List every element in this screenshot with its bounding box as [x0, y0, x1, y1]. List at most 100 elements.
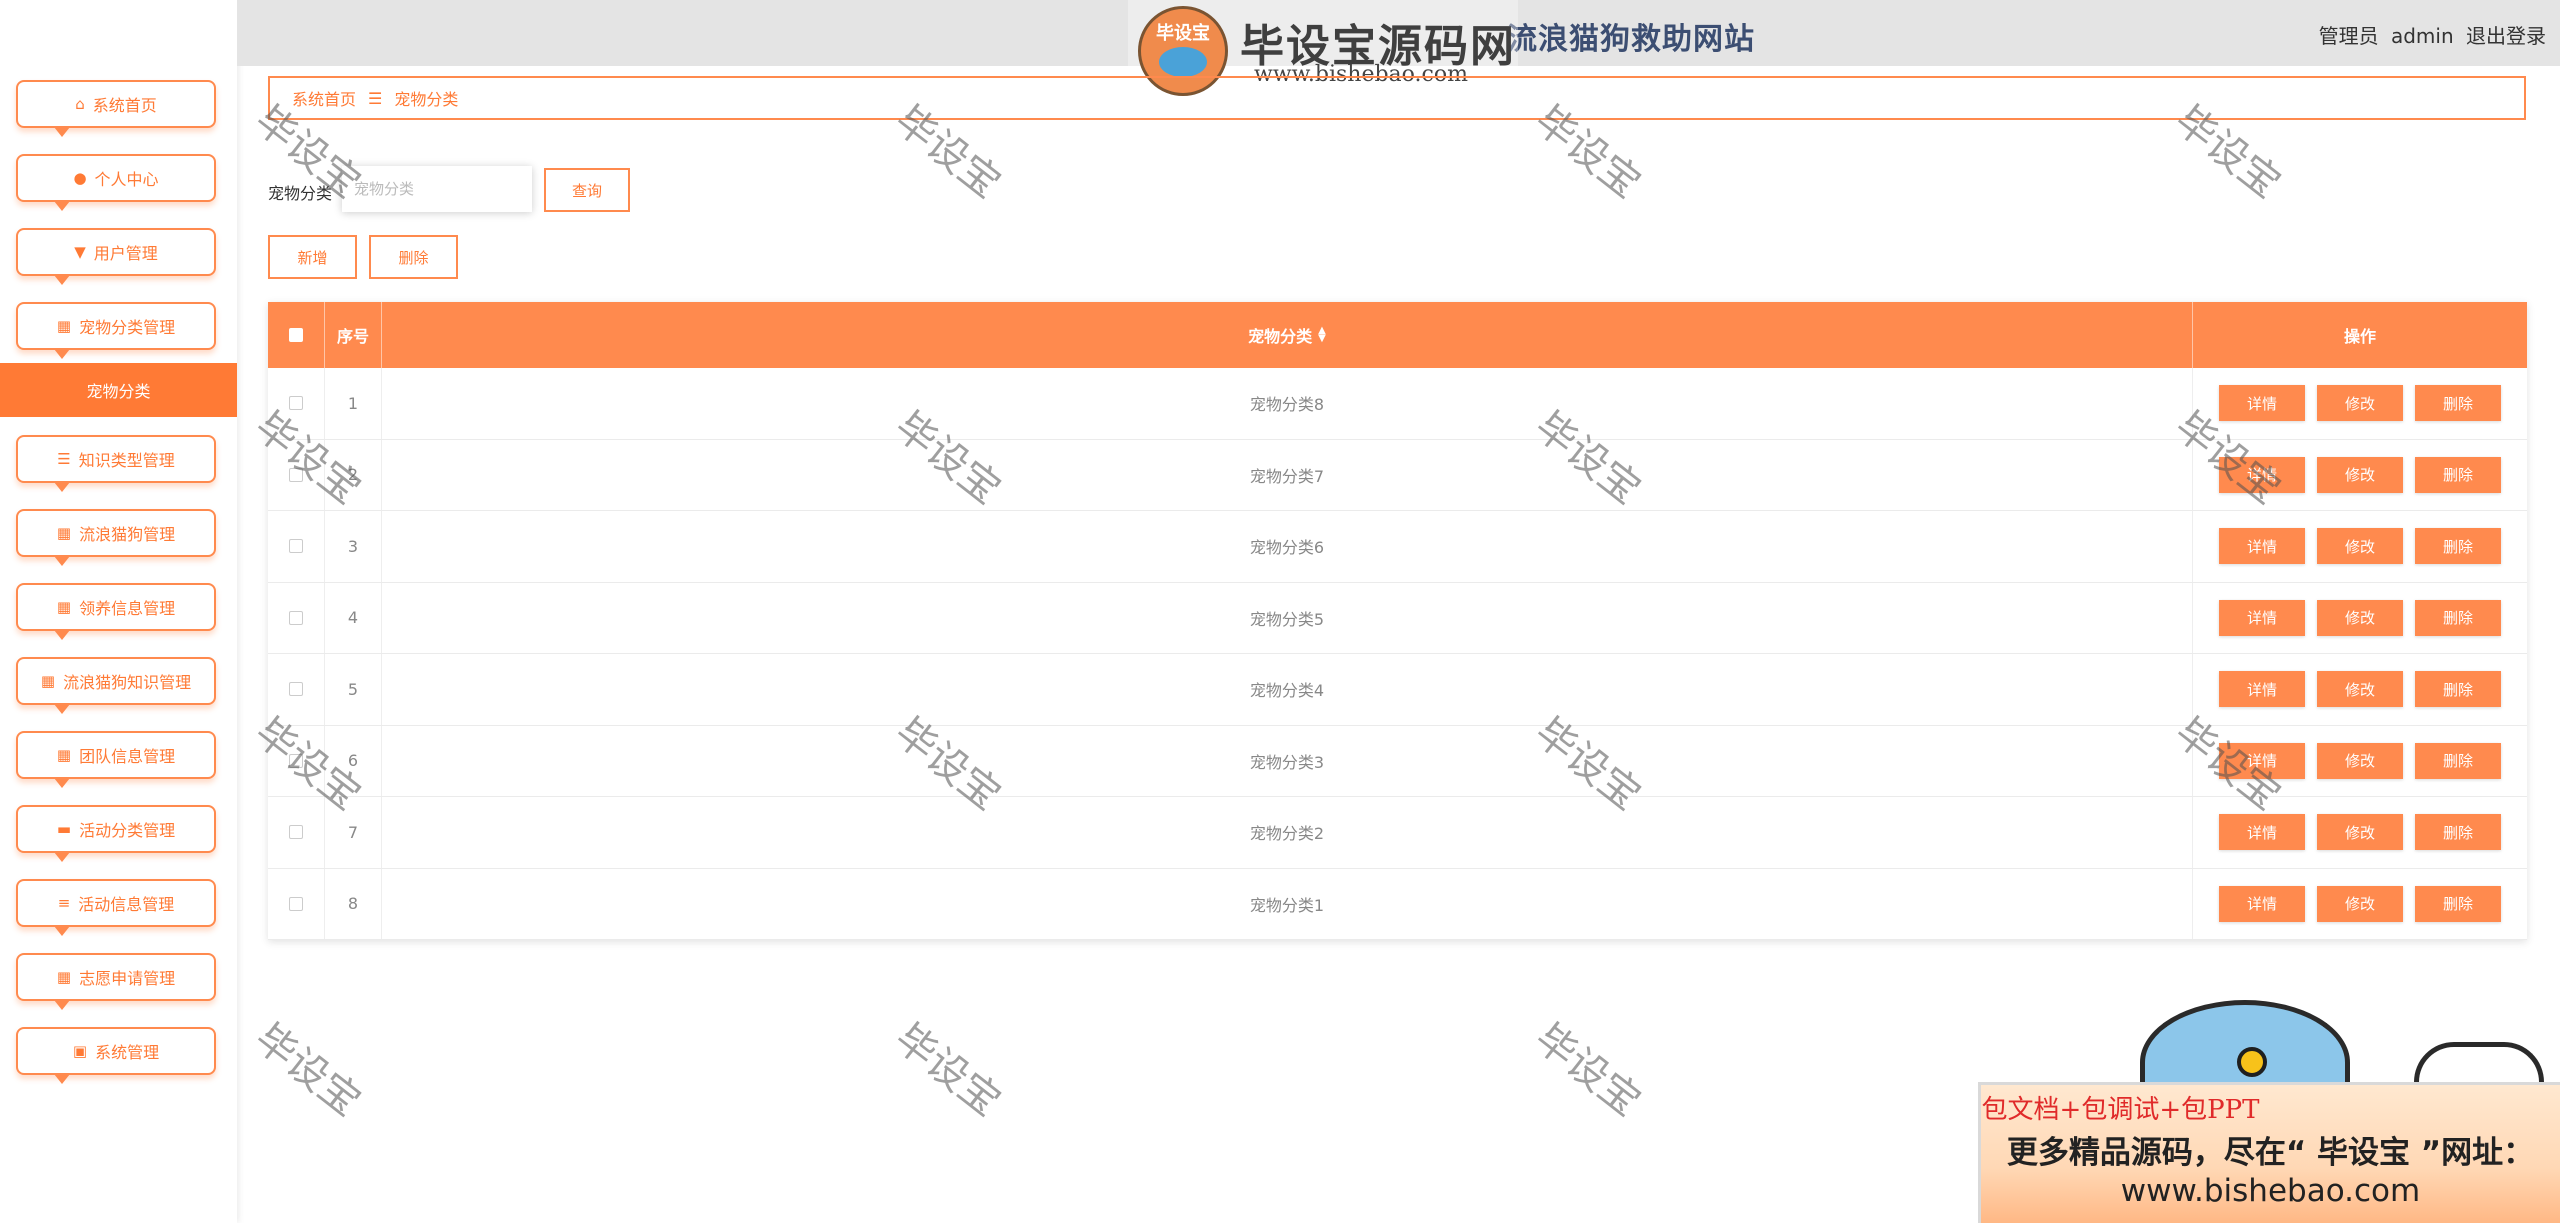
- watermark-text: 毕设宝: [886, 1015, 1009, 1126]
- delete-button[interactable]: 删除: [2415, 814, 2501, 851]
- row-index: 5: [325, 654, 382, 725]
- header-name[interactable]: 宠物分类 ▲ ▼: [382, 302, 2193, 368]
- sidebar-item-activity-category[interactable]: ▬ 活动分类管理: [16, 805, 216, 862]
- detail-button[interactable]: 详情: [2219, 742, 2305, 779]
- row-ops: 详情 修改 删除: [2193, 440, 2527, 511]
- row-checkbox[interactable]: [289, 896, 303, 911]
- row-check-cell: [268, 511, 325, 582]
- breadcrumb-home[interactable]: 系统首页: [292, 86, 356, 110]
- batch-delete-button[interactable]: 删除: [369, 235, 458, 279]
- delete-button[interactable]: 删除: [2415, 528, 2501, 565]
- logout-link[interactable]: 退出登录: [2466, 24, 2546, 48]
- row-checkbox[interactable]: [289, 396, 303, 411]
- row-checkbox[interactable]: [289, 539, 303, 554]
- sidebar-item-system[interactable]: ▣ 系统管理: [16, 1027, 216, 1084]
- sidebar-item-pet-category[interactable]: ▦ 宠物分类管理: [16, 302, 216, 359]
- user-icon: ●: [73, 169, 87, 187]
- flag-icon: ▼: [74, 243, 86, 261]
- sidebar-item-home[interactable]: ⌂ 系统首页: [16, 80, 216, 137]
- edit-button[interactable]: 修改: [2317, 814, 2403, 851]
- row-ops: 详情 修改 删除: [2193, 797, 2527, 868]
- sidebar-item-label: 系统管理: [95, 1043, 160, 1062]
- row-name: 宠物分类6: [382, 511, 2193, 582]
- table-body: 1 宠物分类8 详情 修改 删除 2 宠物分类7 详情 修改 删除 3 宠物分类6 详情 修改 删除 4 宠物分…: [268, 368, 2527, 940]
- delete-button[interactable]: 删除: [2415, 456, 2501, 493]
- detail-button[interactable]: 详情: [2219, 671, 2305, 708]
- row-checkbox[interactable]: [289, 610, 303, 625]
- breadcrumb-current: 宠物分类: [394, 90, 459, 109]
- mascot-face-icon: [1159, 47, 1207, 77]
- header-name-label: 宠物分类: [1248, 327, 1313, 346]
- sidebar-item-label: 活动分类管理: [79, 821, 176, 840]
- watermark-text: 毕设宝: [246, 1015, 369, 1126]
- sidebar-item-team[interactable]: ▦ 团队信息管理: [16, 731, 216, 788]
- detail-button[interactable]: 详情: [2219, 885, 2305, 922]
- row-name: 宠物分类1: [382, 868, 2193, 939]
- row-checkbox[interactable]: [289, 825, 303, 840]
- sort-icon[interactable]: ▲ ▼: [1318, 326, 1326, 344]
- row-name: 宠物分类7: [382, 439, 2193, 510]
- detail-button[interactable]: 详情: [2219, 599, 2305, 636]
- row-checkbox[interactable]: [289, 467, 303, 482]
- row-ops: 详情 修改 删除: [2193, 368, 2527, 439]
- sidebar-item-label: 流浪猫狗知识管理: [63, 673, 192, 692]
- sidebar-item-stray-animals[interactable]: ▦ 流浪猫狗管理: [16, 509, 216, 566]
- promo-line-3: www.bishebao.com: [2120, 1173, 2421, 1209]
- sidebar-item-profile[interactable]: ● 个人中心: [16, 154, 216, 211]
- row-ops: 详情 修改 删除: [2193, 583, 2527, 654]
- table-row: 6 宠物分类3 详情 修改 删除: [268, 725, 2527, 797]
- row-check-cell: [268, 868, 325, 939]
- detail-button[interactable]: 详情: [2219, 814, 2305, 851]
- breadcrumb: 系统首页 ☰ 宠物分类: [268, 76, 2526, 120]
- sidebar-item-activity-info[interactable]: ≡ 活动信息管理: [16, 879, 216, 936]
- edit-button[interactable]: 修改: [2317, 599, 2403, 636]
- row-index: 3: [325, 511, 382, 582]
- sidebar: ⌂ 系统首页 ● 个人中心 ▼ 用户管理 ▦ 宠物分类管理 宠物分类 ☰ 知识类型管理 ▦…: [0, 0, 237, 1223]
- user-role: 管理员: [2318, 24, 2379, 48]
- edit-button[interactable]: 修改: [2317, 385, 2403, 422]
- sidebar-subitem-pet-category[interactable]: 宠物分类: [0, 363, 237, 417]
- grid-icon: ▦: [56, 746, 72, 764]
- sidebar-item-stray-knowledge[interactable]: ▦ 流浪猫狗知识管理: [16, 657, 216, 714]
- sidebar-item-users[interactable]: ▼ 用户管理: [16, 228, 216, 285]
- detail-button[interactable]: 详情: [2219, 456, 2305, 493]
- user-info: 管理员 admin 退出登录: [2313, 20, 2546, 49]
- detail-button[interactable]: 详情: [2219, 385, 2305, 422]
- edit-button[interactable]: 修改: [2317, 742, 2403, 779]
- sidebar-item-volunteer[interactable]: ▦ 志愿申请管理: [16, 953, 216, 1010]
- delete-button[interactable]: 删除: [2415, 885, 2501, 922]
- sidebar-item-knowledge-type[interactable]: ☰ 知识类型管理: [16, 435, 216, 492]
- row-index: 4: [325, 582, 382, 653]
- delete-button[interactable]: 删除: [2415, 742, 2501, 779]
- sidebar-item-label: 志愿申请管理: [79, 969, 176, 988]
- sidebar-item-label: 个人中心: [94, 170, 159, 189]
- promo-banner: 包文档+包调试+包PPT 更多精品源码，尽在“ 毕设宝 ”网址： www.bis…: [1978, 1082, 2560, 1223]
- home-icon: ⌂: [75, 95, 85, 113]
- row-checkbox[interactable]: [289, 753, 303, 768]
- row-check-cell: [268, 439, 325, 510]
- row-index: 1: [325, 368, 382, 439]
- row-name: 宠物分类4: [382, 654, 2193, 725]
- promo-line-1: 包文档+包调试+包PPT: [1981, 1095, 2260, 1125]
- sidebar-item-label: 活动信息管理: [78, 895, 175, 914]
- data-table: 序号 宠物分类 ▲ ▼ 操作 1 宠物分类8 详情 修改 删除 2 宠物分类7 详情 修改 删除 3 宠…: [268, 302, 2527, 940]
- edit-button[interactable]: 修改: [2317, 671, 2403, 708]
- row-index: 2: [325, 439, 382, 510]
- row-index: 7: [325, 797, 382, 868]
- edit-button[interactable]: 修改: [2317, 885, 2403, 922]
- table-header: 序号 宠物分类 ▲ ▼ 操作: [268, 302, 2527, 368]
- sidebar-item-adoption[interactable]: ▦ 领养信息管理: [16, 583, 216, 640]
- add-button[interactable]: 新增: [268, 235, 357, 279]
- select-all-checkbox[interactable]: [289, 328, 303, 342]
- edit-button[interactable]: 修改: [2317, 528, 2403, 565]
- delete-button[interactable]: 删除: [2415, 671, 2501, 708]
- delete-button[interactable]: 删除: [2415, 599, 2501, 636]
- search-input[interactable]: [342, 166, 532, 212]
- edit-button[interactable]: 修改: [2317, 456, 2403, 493]
- sidebar-subitem-label: 宠物分类: [86, 382, 151, 401]
- row-check-cell: [268, 368, 325, 439]
- row-checkbox[interactable]: [289, 682, 303, 697]
- detail-button[interactable]: 详情: [2219, 528, 2305, 565]
- delete-button[interactable]: 删除: [2415, 385, 2501, 422]
- search-button[interactable]: 查询: [544, 168, 630, 212]
